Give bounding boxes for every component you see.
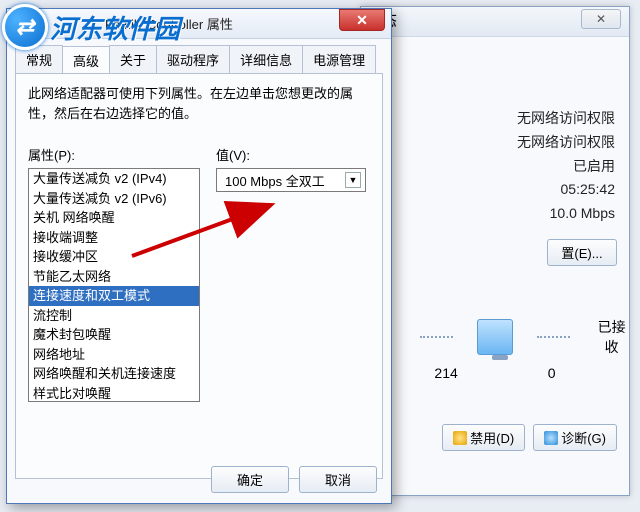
speed: 10.0 Mbps xyxy=(361,202,615,226)
property-item[interactable]: 网络地址 xyxy=(29,345,199,365)
property-item[interactable]: 网络唤醒和关机连接速度 xyxy=(29,364,199,384)
diagnose-button[interactable]: 诊断(G) xyxy=(533,424,617,451)
property-item[interactable]: 大量传送减负 v2 (IPv4) xyxy=(29,169,199,189)
duration: 05:25:42 xyxy=(361,178,615,202)
activity-panel: 已发送 已接收 214 0 xyxy=(361,317,629,389)
property-item[interactable]: 大量传送减负 v2 (IPv6) xyxy=(29,189,199,209)
cancel-button[interactable]: 取消 xyxy=(299,466,377,493)
ipv4-status: 无网络访问权限 xyxy=(361,107,615,131)
ipv6-status: 无网络访问权限 xyxy=(361,131,615,155)
close-button[interactable]: ✕ xyxy=(339,9,385,31)
sent-count: 214 xyxy=(434,365,457,381)
connection-status-block: 无网络访问权限 无网络访问权限 已启用 05:25:42 10.0 Mbps xyxy=(361,37,629,226)
property-item[interactable]: 样式比对唤醒 xyxy=(29,384,199,402)
tab-详细信息[interactable]: 详细信息 xyxy=(229,45,303,73)
configure-button[interactable]: 置(E)... xyxy=(547,239,617,266)
network-status-window: 态 ✕ 无网络访问权限 无网络访问权限 已启用 05:25:42 10.0 Mb… xyxy=(360,6,630,496)
property-item[interactable]: 流控制 xyxy=(29,306,199,326)
property-listbox[interactable]: 大量传送减负 v2 (IPv4)大量传送减负 v2 (IPv6)关机 网络唤醒接… xyxy=(28,168,200,402)
tab-advanced-panel: 此网络适配器可使用下列属性。在左边单击您想更改的属性，然后在右边选择它的值。 属… xyxy=(15,73,383,479)
recv-label: 已接收 xyxy=(594,317,629,357)
description-text: 此网络适配器可使用下列属性。在左边单击您想更改的属性，然后在右边选择它的值。 xyxy=(28,84,370,123)
tab-高级[interactable]: 高级 xyxy=(62,46,110,74)
recv-count: 0 xyxy=(548,365,556,381)
property-item[interactable]: 魔术封包唤醒 xyxy=(29,325,199,345)
logo-badge-icon: ⇄ xyxy=(2,4,48,50)
site-watermark: ⇄ 河东软件园 xyxy=(2,4,180,50)
property-item[interactable]: 节能乙太网络 xyxy=(29,267,199,287)
property-item[interactable]: 接收端调整 xyxy=(29,228,199,248)
tab-电源管理[interactable]: 电源管理 xyxy=(302,45,376,73)
property-item[interactable]: 接收缓冲区 xyxy=(29,247,199,267)
status-titlebar[interactable]: 态 ✕ xyxy=(361,7,629,37)
ok-button[interactable]: 确定 xyxy=(211,466,289,493)
value-combobox[interactable]: 100 Mbps 全双工 ▼ xyxy=(216,168,366,192)
adapter-properties-dialog: Family Controller 属性 ✕ 常规高级关于驱动程序详细信息电源管… xyxy=(6,8,392,504)
dash-right-icon xyxy=(537,336,570,338)
logo-text: 河东软件园 xyxy=(50,9,180,46)
shield-info-icon xyxy=(544,431,558,445)
monitor-icon xyxy=(477,319,514,355)
chevron-down-icon: ▼ xyxy=(345,172,361,188)
value-selected: 100 Mbps 全双工 xyxy=(225,171,325,190)
dash-left-icon xyxy=(420,336,453,338)
property-item[interactable]: 关机 网络唤醒 xyxy=(29,208,199,228)
media-state: 已启用 xyxy=(361,155,615,179)
close-button[interactable]: ✕ xyxy=(581,9,621,29)
property-item[interactable]: 连接速度和双工模式 xyxy=(29,286,199,306)
shield-warning-icon xyxy=(453,431,467,445)
property-label: 属性(P): xyxy=(28,145,200,164)
disable-button[interactable]: 禁用(D) xyxy=(442,424,525,451)
value-label: 值(V): xyxy=(216,145,370,164)
